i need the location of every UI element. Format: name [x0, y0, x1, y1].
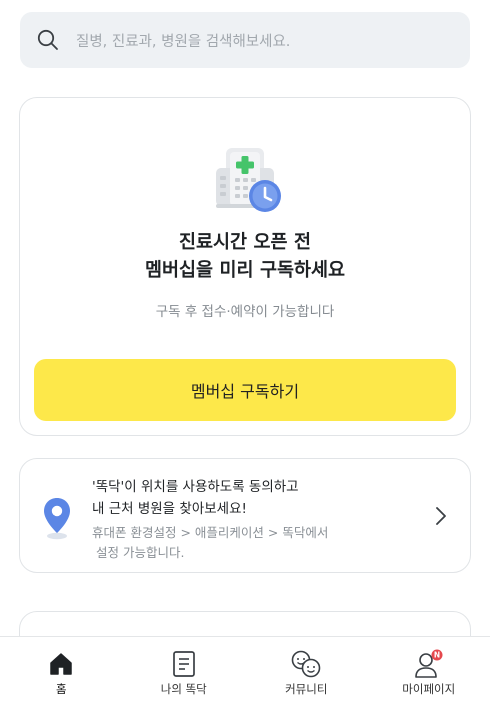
document-icon [168, 649, 200, 679]
tab-community[interactable]: 커뮤니티 [245, 637, 368, 717]
tab-my-ddocdoc-label: 나의 똑닥 [160, 682, 207, 696]
location-settings-hint-line1: 휴대폰 환경설정 > 애플리케이션 > 똑닥에서 [92, 525, 329, 540]
tab-my-page[interactable]: N 마이페이지 [368, 637, 490, 717]
tab-home-label: 홈 [55, 682, 67, 696]
subscribe-membership-button[interactable]: 멤버십 구독하기 [34, 359, 456, 421]
search-icon [20, 12, 76, 68]
new-badge: N [434, 651, 440, 660]
bottom-tab-bar: 홈 나의 똑닥 커뮤니티 N 마이페이지 [0, 636, 490, 717]
location-settings-hint-line2: 설정 가능합니다. [96, 545, 185, 560]
tab-my-page-label: 마이페이지 [402, 682, 456, 696]
hospital-clock-icon [212, 146, 284, 216]
membership-title-line1: 진료시간 오픈 전 [178, 232, 312, 253]
membership-subtitle: 구독 후 접수·예약이 가능합니다 [155, 304, 335, 320]
home-icon [45, 649, 77, 679]
membership-title-line2: 멤버십을 미리 구독하세요 [144, 260, 346, 281]
location-prompt-line2: 내 근처 병원을 찾아보세요! [92, 501, 247, 517]
community-icon [290, 649, 322, 679]
chevron-right-icon [434, 505, 448, 527]
location-permission-card[interactable]: '똑닥'이 위치를 사용하도록 동의하고 내 근처 병원을 찾아보세요! 휴대폰… [19, 458, 471, 573]
profile-icon: N [413, 649, 445, 679]
location-prompt-line1: '똑닥'이 위치를 사용하도록 동의하고 [92, 479, 299, 495]
tab-home[interactable]: 홈 [0, 637, 123, 717]
search-placeholder: 질병, 진료과, 병원을 검색해보세요. [76, 33, 291, 50]
tab-community-label: 커뮤니티 [285, 682, 328, 696]
tab-my-ddocdoc[interactable]: 나의 똑닥 [123, 637, 246, 717]
search-bar[interactable]: 질병, 진료과, 병원을 검색해보세요. [20, 12, 470, 68]
location-pin-icon [42, 496, 72, 540]
membership-card: 진료시간 오픈 전 멤버십을 미리 구독하세요 구독 후 접수·예약이 가능합니… [19, 97, 471, 436]
